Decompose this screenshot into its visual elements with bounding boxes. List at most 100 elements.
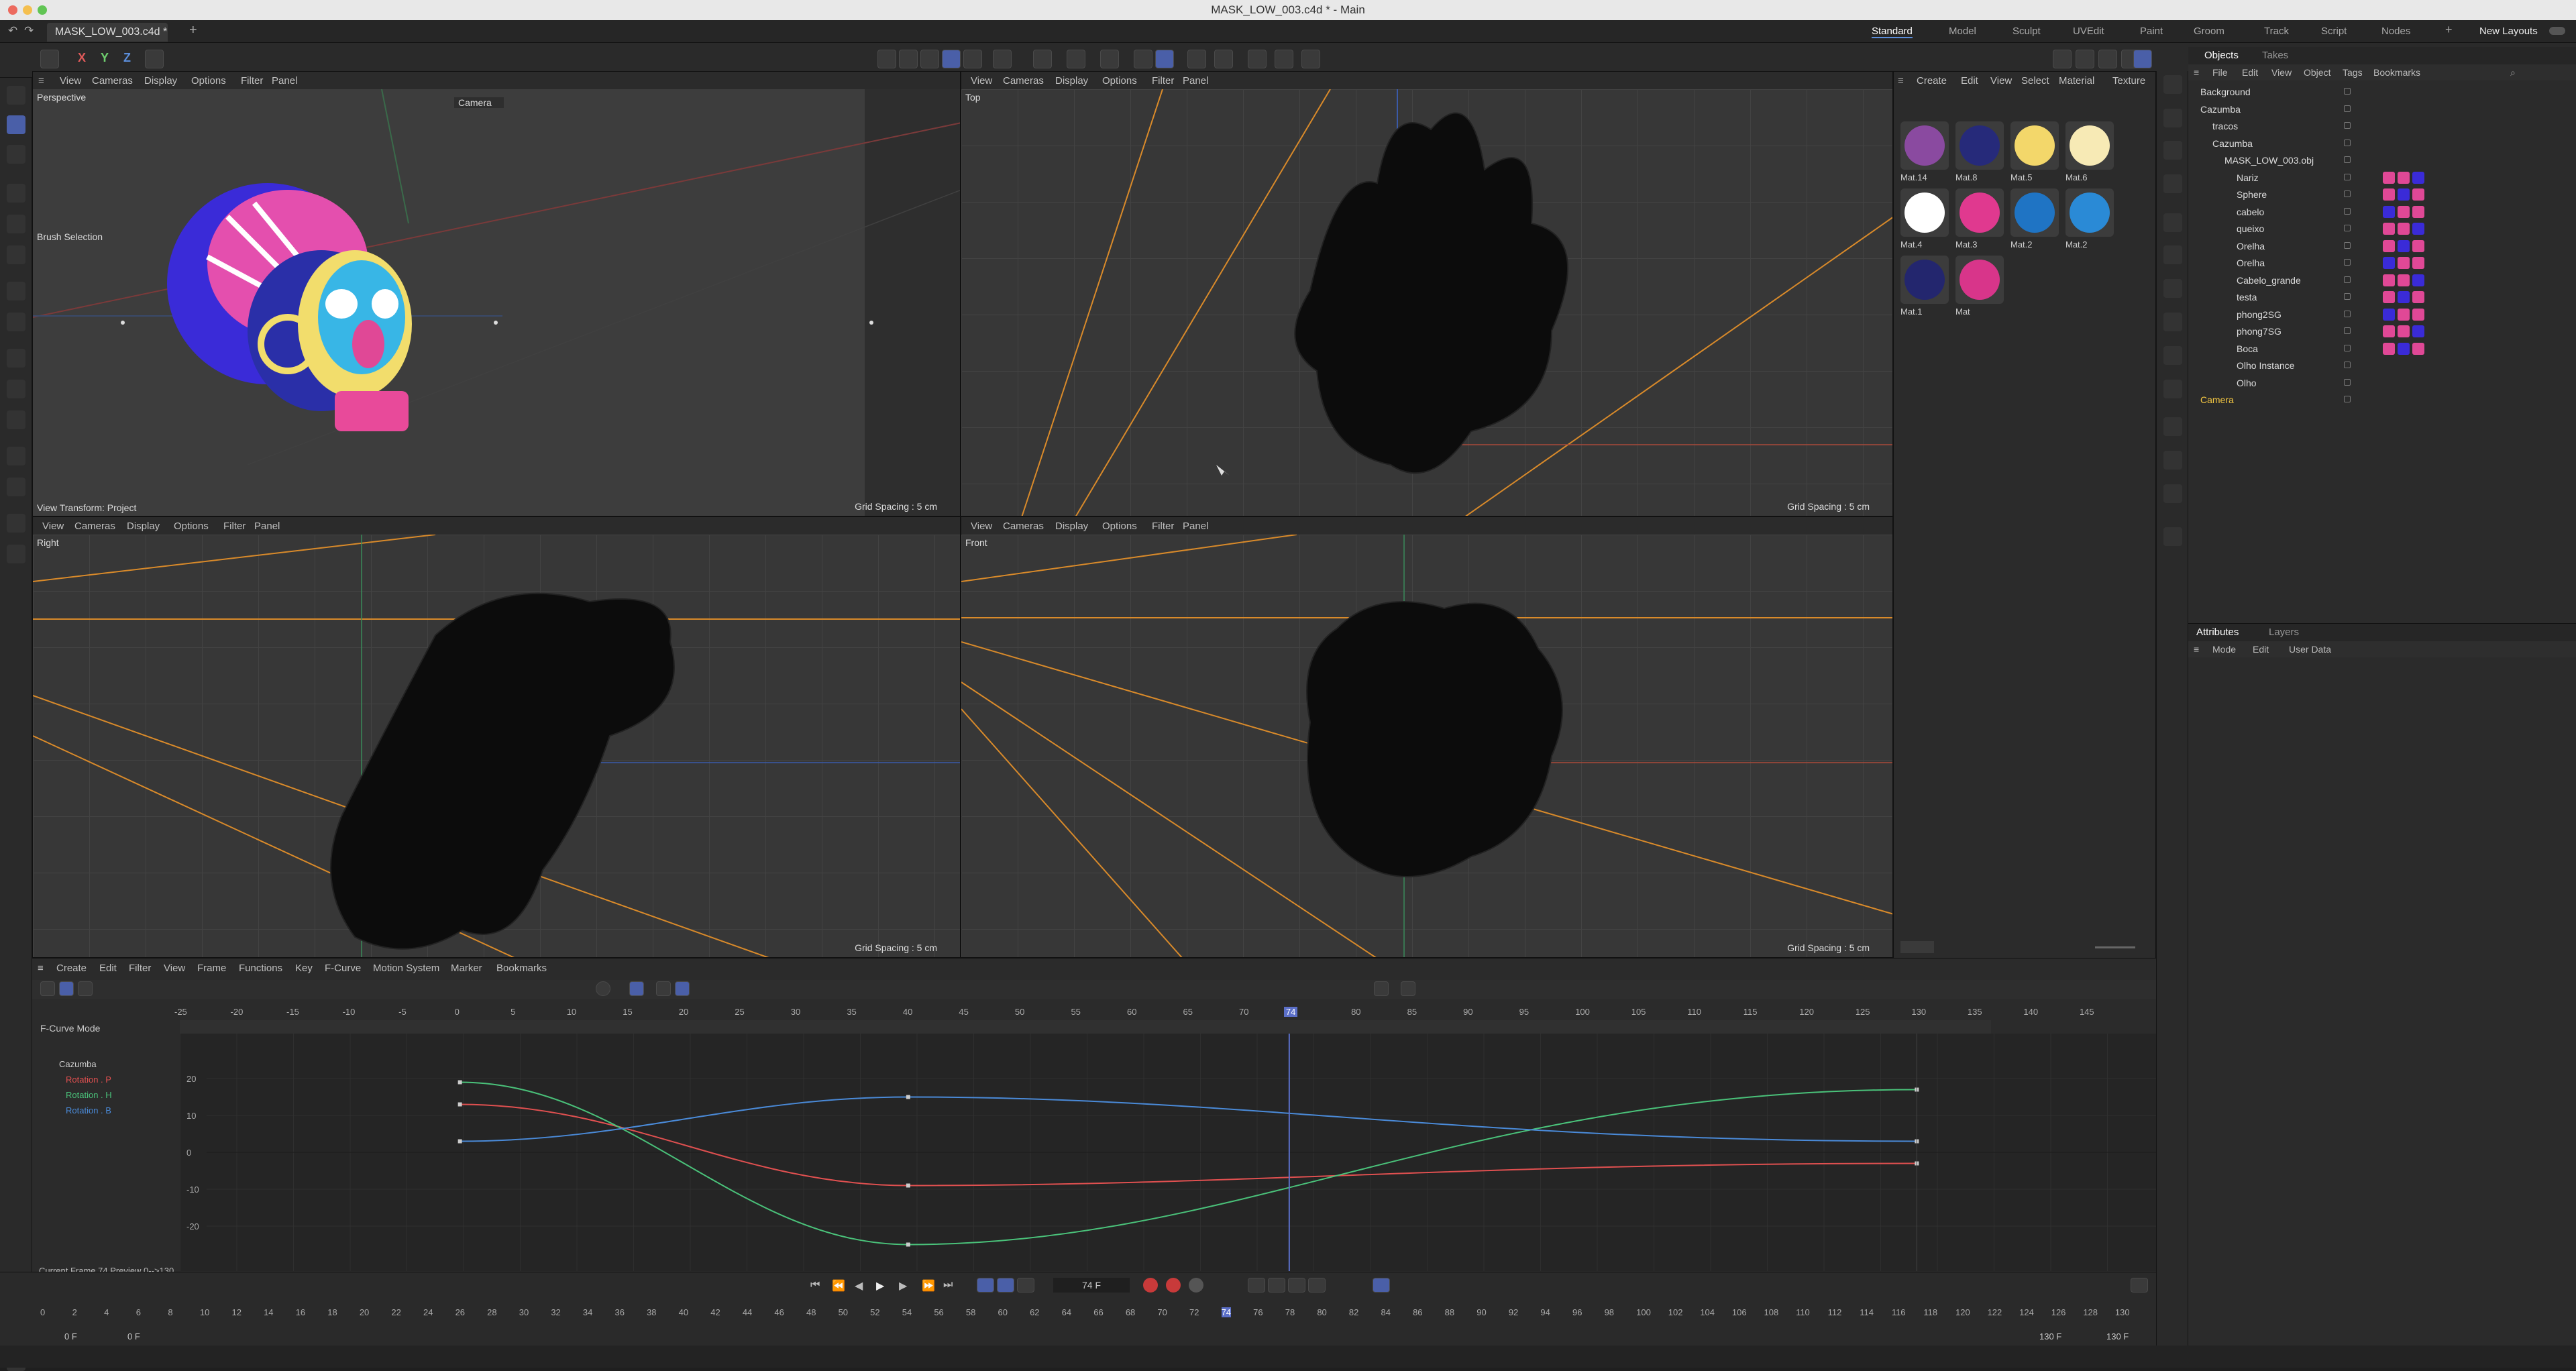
material-tag-icon[interactable] [2398,223,2410,235]
menu-options[interactable]: Options [191,75,226,87]
material-tag-icon[interactable] [2412,342,2424,355]
menu-cameras[interactable]: Cameras [1003,520,1044,532]
grid-icon[interactable] [1100,50,1119,68]
material-tag-icon[interactable] [2383,257,2395,269]
keyframe-point[interactable] [906,1183,910,1188]
visibility-toggle[interactable] [2344,105,2351,112]
loop-icon[interactable] [977,1278,994,1293]
preview-start[interactable]: 0 F [127,1331,140,1341]
menu-panel[interactable]: Panel [1183,520,1208,532]
prev-key-icon[interactable]: ⏪ [832,1279,845,1293]
material-tag-icon[interactable] [2383,274,2395,286]
model-mode-icon[interactable] [942,50,961,68]
material-swatch[interactable]: Mat.1 [1900,256,1949,317]
dopesheet-icon[interactable] [40,981,55,996]
object-row[interactable]: Cabelo_grande [2188,272,2576,289]
material-swatch[interactable]: Mat.6 [2065,121,2114,182]
object-row[interactable]: Camera [2188,391,2576,408]
material-tag-icon[interactable] [2398,171,2410,184]
points-mode-icon[interactable] [993,50,1012,68]
environment-icon[interactable] [2163,417,2182,436]
panel-menu-icon[interactable]: ≡ [1898,75,1904,87]
material-tag-icon[interactable] [2398,205,2410,218]
coordinate-system-icon[interactable] [145,50,164,68]
new-tab-button[interactable]: + [189,23,197,38]
viewport-right[interactable]: View Cameras Display Options Filter Pane… [32,516,961,958]
menu-file[interactable]: File [2212,67,2228,78]
bend-icon[interactable] [7,410,25,429]
menu-tags[interactable]: Tags [2343,67,2363,78]
visibility-toggle[interactable] [2344,293,2351,300]
track-name[interactable]: Rotation . H [66,1090,112,1100]
symmetry-icon[interactable] [1187,50,1206,68]
camera-icon[interactable] [2163,346,2182,365]
text-icon[interactable] [656,981,671,996]
object-row[interactable]: MASK_LOW_003.obj [2188,152,2576,169]
new-layouts-button[interactable]: New Layouts [2479,25,2538,37]
file-tab[interactable]: MASK_LOW_003.c4d * × [47,23,168,56]
brush-icon[interactable] [7,447,25,465]
layout-uvedit[interactable]: UVEdit [2073,25,2104,37]
material-swatch[interactable]: Mat.5 [2010,121,2059,182]
timeline-ruler[interactable]: -25 -20 -15 -10 -5 0 5 10 15 20 25 30 35 40 45 50 55 60 65… [174,1007,2156,1018]
fcurve-line[interactable] [460,1096,1917,1142]
visibility-toggle[interactable] [2344,327,2351,334]
menu-display[interactable]: Display [144,75,177,87]
tab-attributes[interactable]: Attributes [2196,626,2239,638]
object-row[interactable]: Orelha [2188,254,2576,272]
frame-field[interactable]: 74 F [1053,1278,1130,1293]
menu-material[interactable]: Material [2059,75,2094,87]
menu-key[interactable]: Key [295,963,313,974]
material-tag-icon[interactable] [2398,239,2410,252]
viewport-front[interactable]: View Cameras Display Options Filter Pane… [961,516,1893,958]
object-row[interactable]: Nariz [2188,169,2576,186]
mask-model[interactable] [167,183,412,431]
goto-end-icon[interactable]: ⏭ [943,1279,953,1291]
powerslider[interactable]: 0 2 4 6 8 10 12 14 16 18 20 22 24 26 28 30 32 34 36 38 40 42 4… [40,1306,2147,1326]
select-icon[interactable] [7,115,25,134]
menu-view[interactable]: View [2271,67,2292,78]
layout-toggle[interactable] [2549,27,2565,35]
expand-icon[interactable] [2131,1278,2148,1293]
magnet-icon[interactable] [899,50,918,68]
primitive-icon[interactable] [2163,141,2182,160]
tab-layers[interactable]: Layers [2269,626,2299,638]
record-icon[interactable] [1143,1278,1158,1293]
panel-menu-icon[interactable]: ≡ [38,963,44,974]
menu-view[interactable]: View [164,963,185,974]
menu-filter[interactable]: Filter [223,520,246,532]
menu-object[interactable]: Object [2304,67,2330,78]
redo-icon[interactable]: ↷ [24,24,34,38]
keyframe-point[interactable] [458,1102,462,1107]
layout-script[interactable]: Script [2321,25,2347,37]
undo-icon[interactable]: ↶ [8,24,17,38]
viewport-perspective[interactable]: ≡ View Cameras Display Options Filter Pa… [32,71,961,516]
menu-view[interactable]: View [42,520,64,532]
material-tag-icon[interactable] [2383,205,2395,218]
menu-create[interactable]: Create [56,963,87,974]
keyframe-point[interactable] [906,1242,910,1247]
key-icon[interactable] [1401,981,1415,996]
menu-options[interactable]: Options [1102,75,1137,87]
search-icon[interactable]: ⌕ [2510,67,2516,78]
material-tag-icon[interactable] [2383,171,2395,184]
material-tag-icon[interactable] [2383,308,2395,321]
edit-render-settings-icon[interactable] [2098,50,2117,68]
paint-icon[interactable] [7,478,25,496]
menu-panel[interactable]: Panel [1183,75,1208,87]
start-frame[interactable]: 0 F [64,1331,77,1341]
object-row[interactable]: queixo [2188,220,2576,237]
sphere-icon[interactable] [596,981,610,996]
material-tag-icon[interactable] [2383,342,2395,355]
material-tag-icon[interactable] [2398,308,2410,321]
track-name[interactable]: Rotation . B [66,1105,111,1115]
move-tool-icon[interactable] [7,313,25,331]
keyframe-point[interactable] [458,1080,462,1085]
track-name[interactable]: Cazumba [59,1059,97,1069]
add-layout-button[interactable]: + [2445,23,2453,37]
generator-icon[interactable] [2163,213,2182,232]
z-axis-toggle[interactable]: Z [123,51,131,65]
keyframe-point[interactable] [458,1139,462,1144]
size-slider[interactable] [2095,946,2135,948]
material-tag-icon[interactable] [2412,223,2424,235]
